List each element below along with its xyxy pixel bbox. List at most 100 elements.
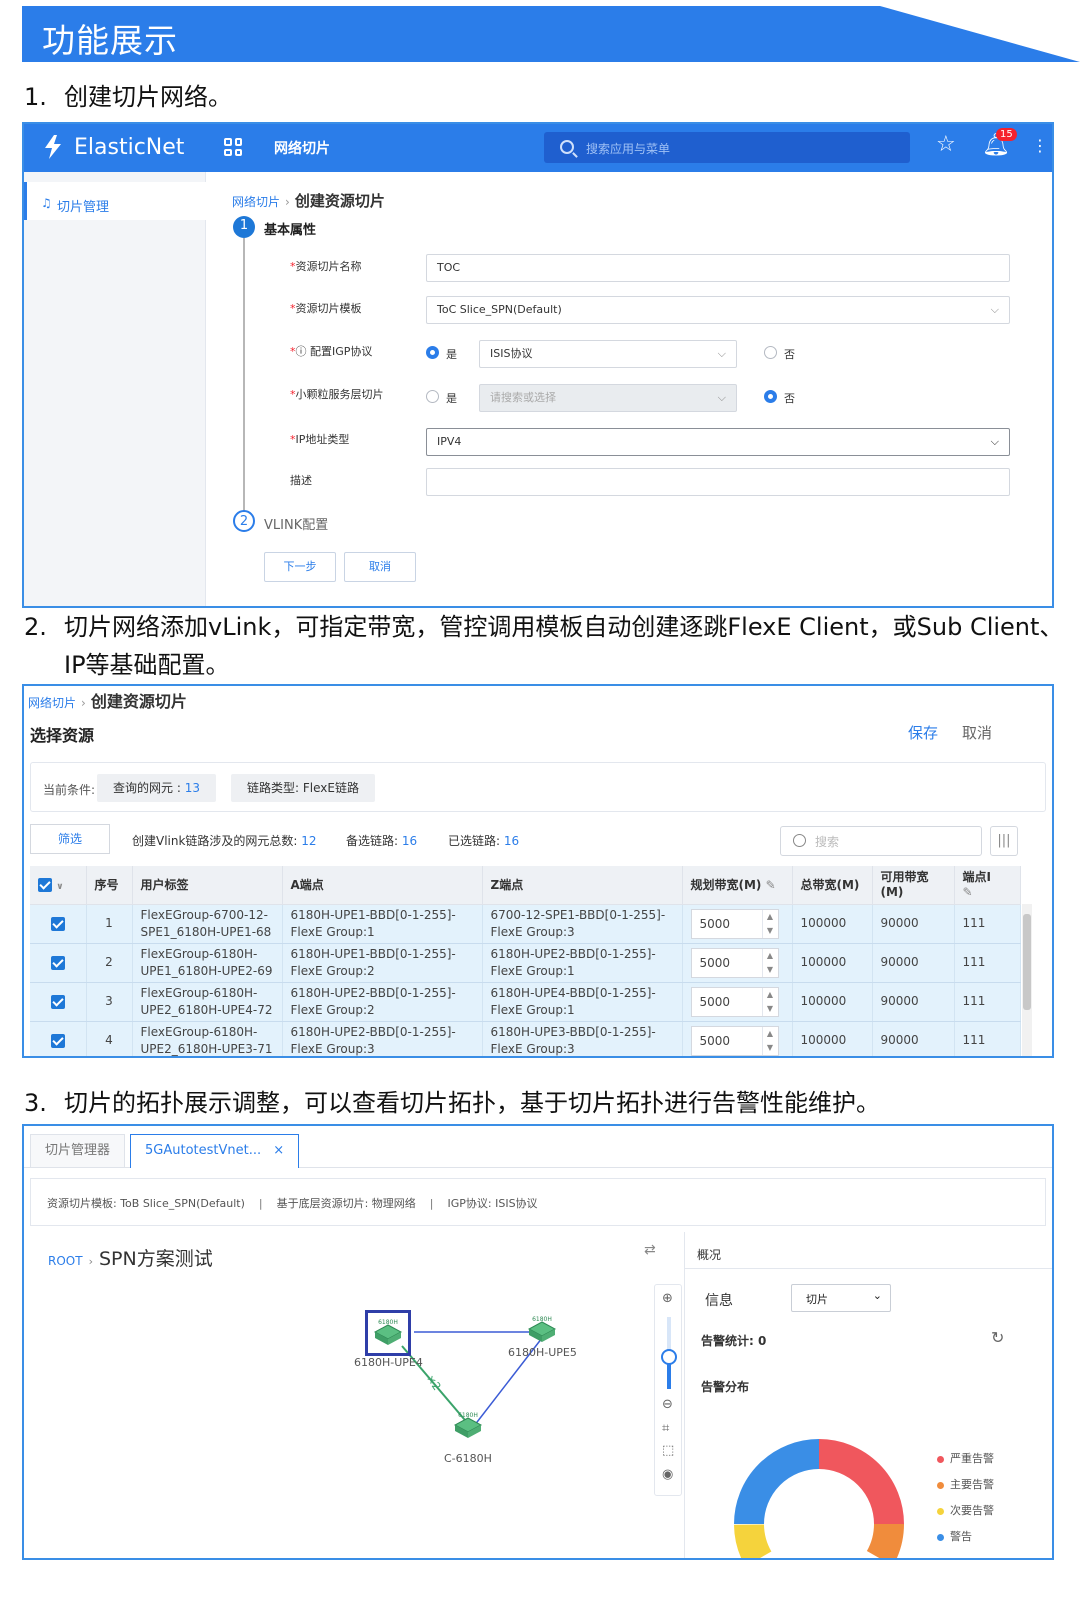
step-label-basic: 基本属性 bbox=[264, 223, 317, 238]
app-logo[interactable]: ElasticNet bbox=[40, 134, 184, 160]
next-button[interactable]: 下一步 bbox=[264, 552, 336, 582]
select-icon[interactable]: ⬚ bbox=[662, 1443, 674, 1458]
condition-chip-ne[interactable]: 查询的网元 : 13 bbox=[97, 774, 216, 802]
igp-no-radio[interactable] bbox=[764, 346, 777, 359]
stepper-arrows-icon[interactable]: ▲ ▼ bbox=[761, 1026, 778, 1055]
search-placeholder: 搜索应用与菜单 bbox=[586, 142, 671, 156]
table-scrollbar[interactable] bbox=[1022, 904, 1032, 1056]
node-6180h-upe5[interactable]: 6180H 6180H-UPE5 bbox=[508, 1316, 577, 1359]
template-value: ToC Slice_SPN(Default) bbox=[437, 303, 562, 316]
ip-type-select[interactable]: IPV4 ⌵ bbox=[426, 428, 1010, 456]
nav-network-slice[interactable]: 网络切片 bbox=[274, 138, 330, 158]
planned-bw-input[interactable]: 5000 ▲ ▼ bbox=[690, 1025, 779, 1056]
stepper-line bbox=[243, 238, 245, 523]
table-row[interactable]: 2 FlexEGroup-6180H-UPE1_6180H-UPE2-69 6180… bbox=[30, 943, 1021, 983]
breadcrumb-parent[interactable]: 网络切片 bbox=[232, 195, 280, 209]
svg-text:6180H: 6180H bbox=[458, 1412, 478, 1419]
description-field[interactable] bbox=[426, 468, 1010, 496]
save-button[interactable]: 保存 bbox=[908, 722, 938, 743]
slice-name-field[interactable]: TOC bbox=[426, 254, 1010, 282]
table-search-input[interactable]: 搜索 bbox=[780, 826, 982, 856]
step-text: 切片网络添加vLink，可指定带宽，管控调用模板自动创建逐跳FlexE Clie… bbox=[64, 613, 1064, 641]
legend-minor[interactable]: 次要告警 bbox=[937, 1502, 994, 1518]
breadcrumb-parent[interactable]: 网络切片 bbox=[28, 696, 76, 710]
scrollbar-thumb[interactable] bbox=[1023, 914, 1031, 1010]
fit-view-icon[interactable]: ⌗ bbox=[662, 1421, 669, 1436]
banner-shape bbox=[22, 6, 1080, 62]
template-select[interactable]: ToC Slice_SPN(Default) ⌵ bbox=[426, 296, 1010, 324]
igp-yes-radio[interactable] bbox=[426, 346, 439, 359]
info-select[interactable]: 切片 ⌄ bbox=[791, 1284, 891, 1312]
info-select-value: 切片 bbox=[806, 1293, 828, 1306]
row-checkbox[interactable] bbox=[50, 955, 65, 970]
row-checkbox[interactable] bbox=[50, 994, 65, 1009]
row-select-cell[interactable] bbox=[30, 982, 87, 1022]
legend-critical[interactable]: 严重告警 bbox=[937, 1450, 994, 1466]
row-z-end: 6180H-UPE3-BBD[0-1-255]-FlexE Group:3 bbox=[482, 1021, 683, 1056]
zoom-in-icon[interactable]: ⊕ bbox=[662, 1291, 673, 1306]
more-icon[interactable]: ⋮ bbox=[1032, 136, 1048, 155]
alarm-stat: 告警统计: 0 bbox=[701, 1334, 767, 1348]
planned-bw-input[interactable]: 5000 ▲ ▼ bbox=[690, 986, 779, 1017]
row-total-bw: 100000 bbox=[792, 982, 873, 1022]
condition-chip-link-type[interactable]: 链路类型: FlexE链路 bbox=[231, 774, 375, 802]
node-c-6180h[interactable]: 6180H C-6180H bbox=[444, 1412, 492, 1465]
col-planned-bw: 规划带宽(M) ✎ bbox=[682, 866, 793, 905]
row-select-cell[interactable] bbox=[30, 943, 87, 983]
step-2-title: 2. 切片网络添加vLink，可指定带宽，管控调用模板自动创建逐跳FlexE Cl… bbox=[24, 608, 1063, 684]
chevron-down-icon[interactable]: ∨ bbox=[56, 882, 63, 892]
planned-bw-input[interactable]: 5000 ▲ ▼ bbox=[690, 947, 779, 978]
tab-vnet[interactable]: 5GAutotestVnet... × bbox=[130, 1134, 300, 1168]
stepper-arrows-icon[interactable]: ▲ ▼ bbox=[761, 909, 778, 938]
ip-type-label: *IP地址类型 bbox=[290, 433, 350, 446]
breadcrumb: 网络切片 › 创建资源切片 bbox=[232, 192, 385, 210]
step-indicator-2: 2 bbox=[233, 510, 255, 532]
zoom-out-icon[interactable]: ⊖ bbox=[662, 1397, 673, 1412]
table-row[interactable]: 4 FlexEGroup-6180H-UPE2_6180H-UPE3-71 6180… bbox=[30, 1021, 1021, 1056]
row-select-cell[interactable] bbox=[30, 1021, 87, 1056]
cancel-button[interactable]: 取消 bbox=[344, 552, 416, 582]
row-checkbox[interactable] bbox=[50, 1033, 65, 1048]
brand-name: ElasticNet bbox=[74, 134, 185, 160]
row-avail-bw: 90000 bbox=[872, 982, 955, 1022]
svg-text:6180H: 6180H bbox=[379, 1319, 399, 1326]
node-6180h-upe4[interactable]: 6180H 6180H-UPE4 bbox=[354, 1310, 423, 1369]
zoom-slider-handle[interactable] bbox=[661, 1349, 677, 1365]
planned-bw-input[interactable]: 5000 ▲ ▼ bbox=[690, 908, 779, 939]
alarm-donut-chart bbox=[734, 1439, 904, 1558]
legend-warning[interactable]: 警告 bbox=[937, 1528, 972, 1544]
table-header-row: ∨ 序号 用户标签 A端点 Z端点 规划带宽(M) ✎ 总带宽(M) 可用带宽(… bbox=[30, 866, 1021, 905]
app-grid-icon[interactable] bbox=[224, 138, 242, 156]
eye-icon[interactable]: ◉ bbox=[662, 1467, 673, 1482]
search-icon bbox=[560, 140, 574, 154]
col-user-tag: 用户标签 bbox=[132, 866, 283, 905]
global-search-input[interactable]: 搜索应用与菜单 bbox=[544, 132, 910, 163]
refresh-icon[interactable]: ↻ bbox=[991, 1328, 1004, 1347]
edit-icon[interactable]: ✎ bbox=[766, 878, 776, 892]
igp-protocol-select[interactable]: ISIS协议 ⌵ bbox=[479, 340, 737, 368]
select-all-checkbox[interactable] bbox=[38, 878, 52, 892]
row-checkbox[interactable] bbox=[50, 916, 65, 931]
legend-color bbox=[937, 1533, 944, 1541]
sidebar-item-slice-management[interactable]: ♫ 切片管理 bbox=[24, 182, 206, 220]
close-icon[interactable]: × bbox=[273, 1143, 284, 1158]
banner-title: 功能展示 bbox=[42, 21, 178, 60]
row-total-bw: 100000 bbox=[792, 904, 873, 944]
table-row[interactable]: 3 FlexEGroup-6180H-UPE2_6180H-UPE4-72 6180… bbox=[30, 982, 1021, 1022]
small-no-label: 否 bbox=[784, 392, 795, 405]
row-a-end: 6180H-UPE2-BBD[0-1-255]-FlexE Group:2 bbox=[282, 982, 483, 1022]
filter-button[interactable]: 筛选 bbox=[30, 824, 110, 854]
stepper-arrows-icon[interactable]: ▲ ▼ bbox=[761, 987, 778, 1016]
favorite-star-icon[interactable]: ☆ bbox=[936, 132, 956, 157]
select-all-header[interactable]: ∨ bbox=[30, 866, 87, 905]
stepper-arrows-icon[interactable]: ▲ ▼ bbox=[761, 948, 778, 977]
legend-major[interactable]: 主要告警 bbox=[937, 1476, 994, 1492]
small-yes-radio[interactable] bbox=[426, 390, 439, 403]
table-row[interactable]: 1 FlexEGroup-6700-12-SPE1_6180H-UPE1-68 61… bbox=[30, 904, 1021, 944]
small-no-radio[interactable] bbox=[764, 390, 777, 403]
row-select-cell[interactable] bbox=[30, 904, 87, 944]
cancel-button[interactable]: 取消 bbox=[962, 722, 992, 743]
column-settings-icon[interactable]: ||| bbox=[990, 826, 1018, 856]
edit-icon[interactable]: ✎ bbox=[963, 885, 973, 899]
row-a-end: 6180H-UPE1-BBD[0-1-255]-FlexE Group:1 bbox=[282, 904, 483, 944]
